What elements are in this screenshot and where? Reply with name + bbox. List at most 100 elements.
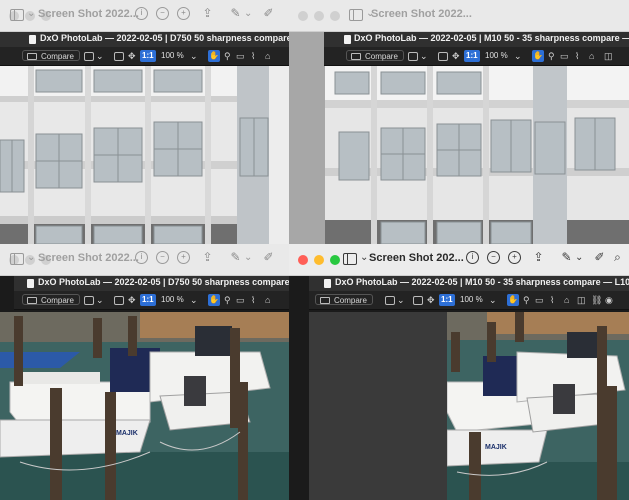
fit-icon[interactable]: [408, 52, 418, 61]
zoom-button[interactable]: [330, 11, 340, 21]
crop-icon[interactable]: [413, 296, 423, 305]
chevron-down-icon[interactable]: ⌄: [96, 50, 104, 62]
window-titlebar[interactable]: ⌄ Screen Shot 202... i − + ⇪ ✎ ⌄ ✐ ⌕: [289, 244, 629, 276]
repair-icon[interactable]: ⌂: [589, 50, 594, 62]
close-button[interactable]: [298, 11, 308, 21]
hdr-icon[interactable]: ▭: [236, 50, 245, 62]
eye-icon[interactable]: ◉: [605, 294, 613, 306]
zoom-out-icon[interactable]: −: [487, 251, 500, 264]
crop-icon[interactable]: [114, 52, 124, 61]
window-titlebar[interactable]: ⌄ Screen Shot 2022... i − + ⇪ ✎ ⌄ ✐: [0, 0, 289, 32]
hand-icon[interactable]: ✋: [532, 50, 544, 62]
markup-pen-icon[interactable]: ✎: [229, 251, 242, 264]
one-to-one-button[interactable]: 1:1: [464, 50, 480, 62]
zoom-button[interactable]: [330, 255, 340, 265]
sidebar-icon[interactable]: [343, 253, 357, 265]
curves-icon[interactable]: ⌇: [251, 50, 255, 62]
crop-icon[interactable]: [438, 52, 448, 61]
link-icon[interactable]: ⛓: [591, 294, 602, 306]
window-titlebar[interactable]: ⌄ Screen Shot 2022...: [289, 0, 629, 32]
one-to-one-button[interactable]: 1:1: [140, 294, 156, 306]
share-icon[interactable]: ⇪: [201, 7, 214, 20]
hdr-icon[interactable]: ▭: [535, 294, 544, 306]
markup-pen-icon[interactable]: ✎: [560, 251, 573, 264]
eyedropper-icon[interactable]: ⚲: [523, 294, 530, 306]
chevron-down-icon[interactable]: ⌄: [514, 50, 522, 62]
zoom-out-icon[interactable]: −: [156, 7, 169, 20]
fit-icon[interactable]: [84, 52, 94, 61]
zoom-level[interactable]: 100 %: [161, 50, 184, 62]
move-icon[interactable]: ✥: [427, 294, 435, 306]
hand-icon[interactable]: ✋: [208, 50, 220, 62]
markup-icon[interactable]: ✐: [262, 7, 275, 20]
hdr-icon[interactable]: ▭: [560, 50, 569, 62]
search-icon[interactable]: ⌕: [611, 251, 624, 264]
minimize-button[interactable]: [314, 255, 324, 265]
traffic-lights[interactable]: [298, 255, 340, 265]
curves-icon[interactable]: ⌇: [550, 294, 554, 306]
chevron-down-icon[interactable]: ⌄: [27, 252, 35, 263]
boat-name-label: MAJIK: [116, 430, 138, 437]
window-titlebar[interactable]: ⌄ Screen Shot 2022... i − + ⇪ ✎ ⌄ ✐: [0, 244, 289, 276]
one-to-one-button[interactable]: 1:1: [439, 294, 455, 306]
repair-icon[interactable]: ⌂: [265, 50, 270, 62]
fit-icon[interactable]: [385, 296, 395, 305]
sidebar-icon[interactable]: [10, 253, 24, 265]
compare-button[interactable]: Compare: [22, 294, 80, 305]
hand-icon[interactable]: ✋: [507, 294, 519, 306]
eyedropper-icon[interactable]: ⚲: [224, 294, 231, 306]
markup-icon[interactable]: ✐: [593, 251, 606, 264]
chevron-down-icon[interactable]: ⌄: [397, 294, 405, 306]
chevron-down-icon[interactable]: ⌄: [244, 8, 252, 19]
share-icon[interactable]: ⇪: [201, 251, 214, 264]
chevron-down-icon[interactable]: ⌄: [420, 50, 428, 62]
zoom-in-icon[interactable]: +: [508, 251, 521, 264]
move-icon[interactable]: ✥: [128, 50, 136, 62]
sidebar-icon[interactable]: [349, 9, 363, 21]
chevron-down-icon[interactable]: ⌄: [190, 294, 198, 306]
curves-icon[interactable]: ⌇: [251, 294, 255, 306]
curves-icon[interactable]: ⌇: [575, 50, 579, 62]
repair-icon[interactable]: ⌂: [564, 294, 569, 306]
chevron-down-icon[interactable]: ⌄: [244, 252, 252, 263]
traffic-lights[interactable]: [298, 11, 340, 21]
chevron-down-icon[interactable]: ⌄: [575, 252, 583, 263]
mask-icon[interactable]: ◫: [604, 50, 613, 62]
move-icon[interactable]: ✥: [452, 50, 460, 62]
repair-icon[interactable]: ⌂: [265, 294, 270, 306]
eyedropper-icon[interactable]: ⚲: [548, 50, 555, 62]
zoom-in-icon[interactable]: +: [177, 7, 190, 20]
minimize-button[interactable]: [314, 11, 324, 21]
document-icon: [27, 279, 34, 288]
zoom-level[interactable]: 100 %: [485, 50, 508, 62]
markup-icon[interactable]: ✐: [262, 251, 275, 264]
zoom-out-icon[interactable]: −: [156, 251, 169, 264]
zoom-in-icon[interactable]: +: [177, 251, 190, 264]
chevron-down-icon[interactable]: ⌄: [489, 294, 497, 306]
crop-icon[interactable]: [114, 296, 124, 305]
fit-icon[interactable]: [84, 296, 94, 305]
hand-icon[interactable]: ✋: [208, 294, 220, 306]
info-icon[interactable]: i: [135, 251, 148, 264]
sidebar-icon[interactable]: [10, 9, 24, 21]
compare-button[interactable]: Compare: [22, 50, 80, 61]
preview-window-bottom-right: MAJIK ⌄ Screen Shot 202... i − + ⇪ ✎ ⌄ ✐…: [289, 244, 629, 500]
zoom-level[interactable]: 100 %: [161, 294, 184, 306]
eyedropper-icon[interactable]: ⚲: [224, 50, 231, 62]
info-icon[interactable]: i: [135, 7, 148, 20]
share-icon[interactable]: ⇪: [532, 251, 545, 264]
one-to-one-button[interactable]: 1:1: [140, 50, 156, 62]
chevron-down-icon[interactable]: ⌄: [190, 50, 198, 62]
info-icon[interactable]: i: [466, 251, 479, 264]
markup-pen-icon[interactable]: ✎: [229, 7, 242, 20]
zoom-level[interactable]: 100 %: [460, 294, 483, 306]
chevron-down-icon[interactable]: ⌄: [96, 294, 104, 306]
compare-button[interactable]: Compare: [315, 294, 373, 305]
chevron-down-icon[interactable]: ⌄: [360, 252, 368, 263]
hdr-icon[interactable]: ▭: [236, 294, 245, 306]
mask-icon[interactable]: ◫: [577, 294, 586, 306]
compare-button[interactable]: Compare: [346, 50, 404, 61]
close-button[interactable]: [298, 255, 308, 265]
move-icon[interactable]: ✥: [128, 294, 136, 306]
chevron-down-icon[interactable]: ⌄: [27, 8, 35, 19]
